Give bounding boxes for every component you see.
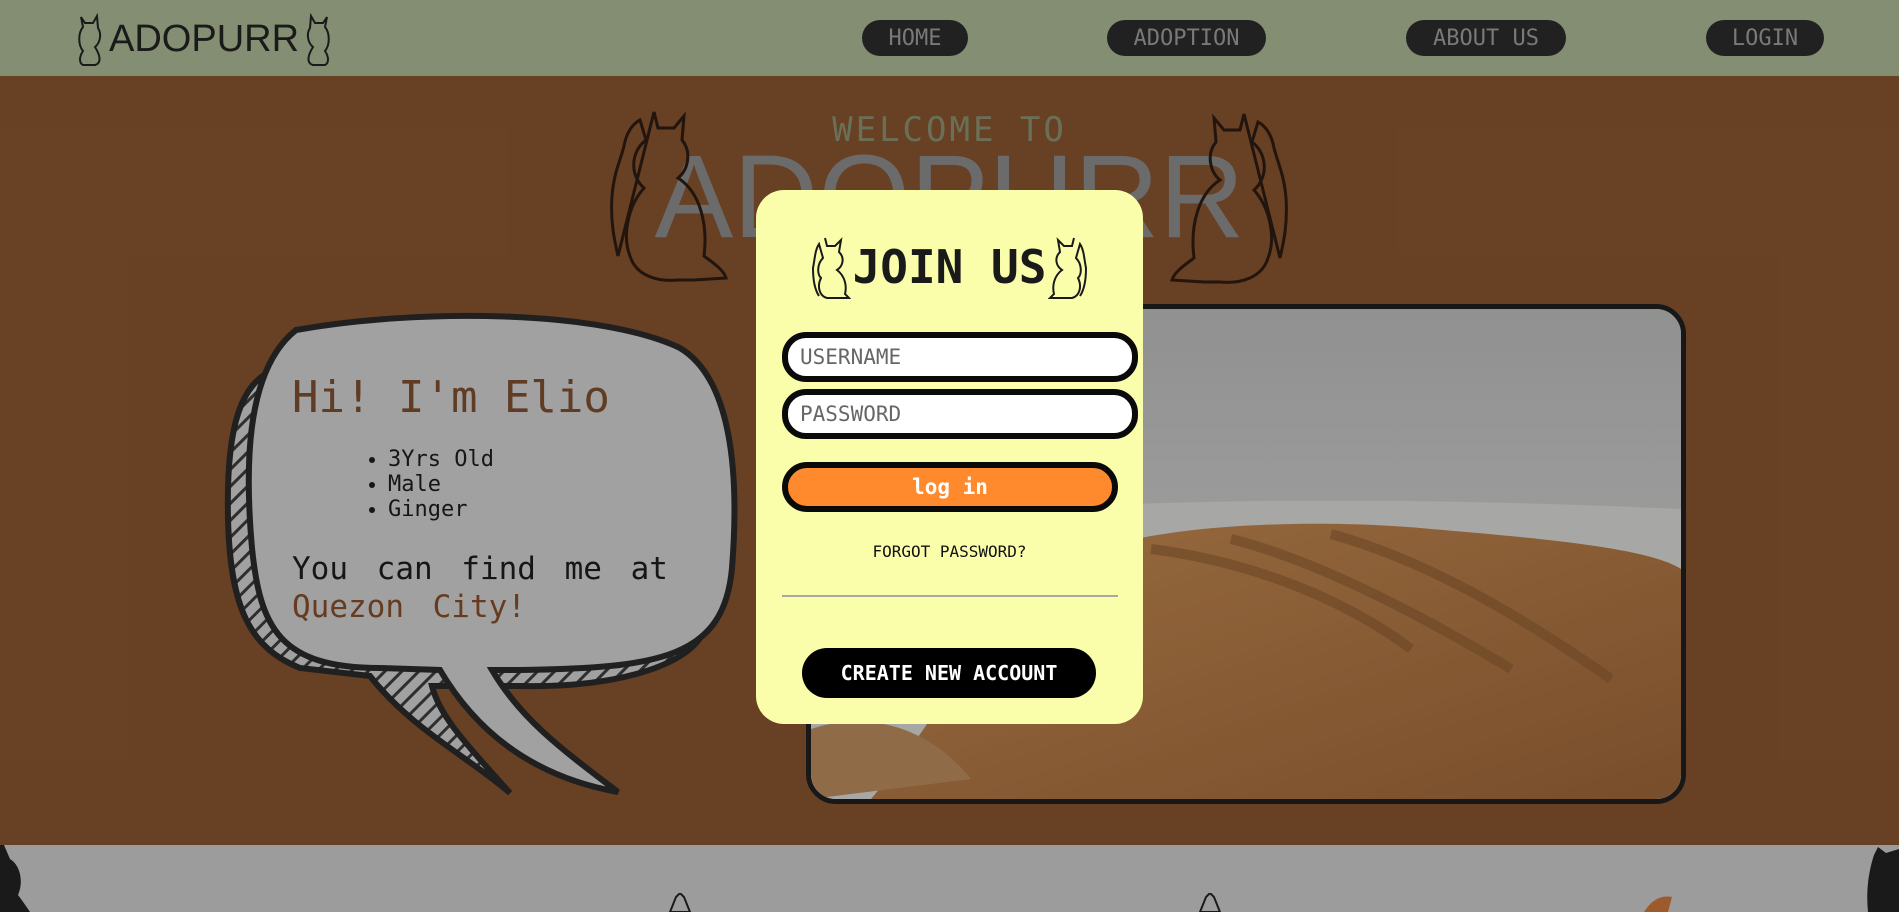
modal-title: JOIN US — [852, 240, 1047, 294]
login-modal: JOIN US log in FORGOT PASSWORD? CREATE N… — [756, 190, 1143, 724]
cat-outline-icon — [1048, 237, 1088, 299]
login-button[interactable]: log in — [782, 462, 1118, 512]
divider — [782, 595, 1118, 597]
username-input[interactable] — [782, 332, 1138, 382]
password-input[interactable] — [782, 389, 1138, 439]
create-account-button[interactable]: CREATE NEW ACCOUNT — [802, 648, 1096, 698]
modal-header: JOIN US — [756, 234, 1143, 300]
forgot-password-link[interactable]: FORGOT PASSWORD? — [756, 542, 1143, 561]
cat-outline-icon — [811, 237, 851, 299]
